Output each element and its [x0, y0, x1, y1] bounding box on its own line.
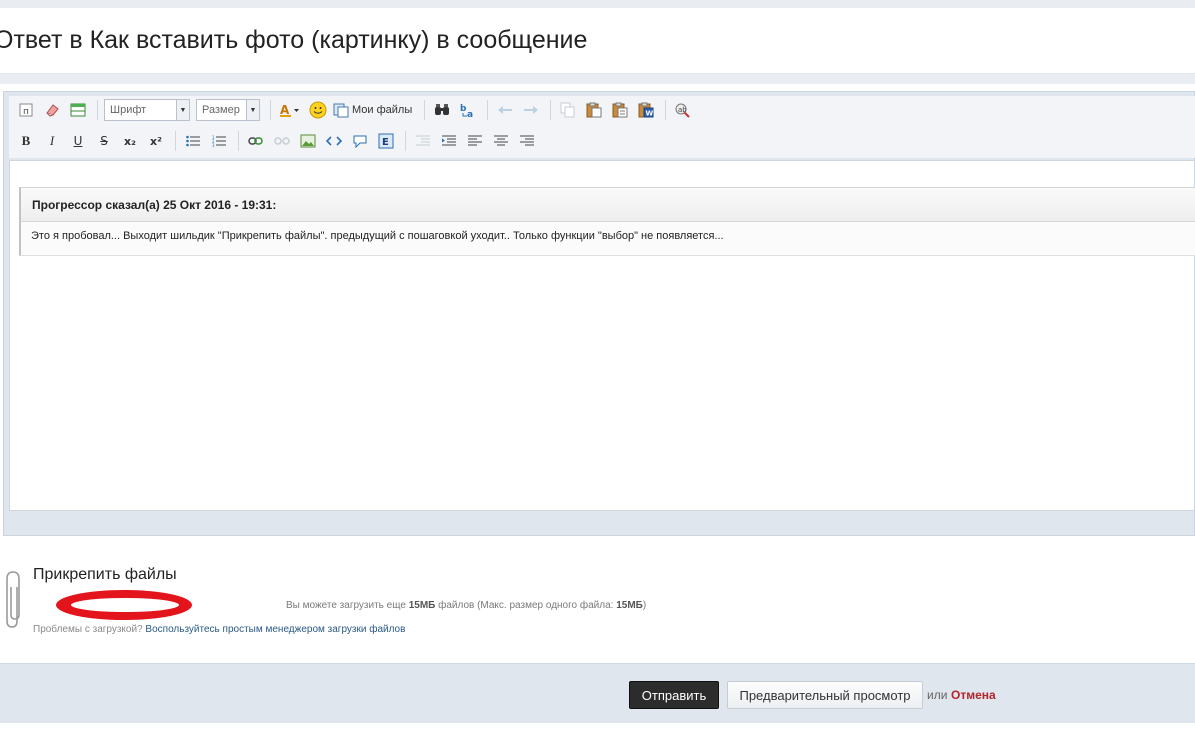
paperclip-icon [6, 571, 20, 628]
upload-info-middle: файлов (Макс. размер одного файла: [438, 600, 614, 611]
chevron-down-icon: ▼ [176, 100, 189, 120]
upload-info-suffix: ) [642, 600, 647, 611]
indent-icon[interactable] [438, 130, 460, 152]
toolbar-separator [550, 100, 552, 120]
upload-info-max: 15МБ [616, 600, 643, 611]
align-left-icon[interactable] [464, 130, 486, 152]
redo-icon[interactable] [520, 99, 542, 121]
simple-uploader-link[interactable]: Воспользуйтесь простым менеджером загруз… [145, 624, 405, 635]
svg-text:b: b [460, 104, 467, 114]
cancel-link[interactable]: Отмена [951, 688, 996, 702]
image-icon[interactable] [297, 130, 319, 152]
outdent-icon[interactable] [412, 130, 434, 152]
or-text: или [927, 688, 948, 702]
form-footer: Отправить Предварительный просмотр или О… [0, 663, 1195, 723]
upload-limit-info: Вы можете загрузить еще 15МБ файлов (Мак… [286, 600, 646, 611]
upload-problems: Проблемы с загрузкой? Воспользуйтесь про… [33, 624, 405, 635]
toolbar-row-2: B I U S x₂ x² 123 E [15, 129, 542, 153]
svg-text:A: A [280, 103, 290, 117]
svg-text:п: п [23, 107, 29, 117]
editor-toolbar: п Шрифт ▼ Размер ▼ A Мои файлы b a W ab … [9, 96, 1195, 158]
toolbar-separator [175, 131, 176, 151]
find-icon[interactable] [431, 99, 453, 121]
page-title: Ответ в Как вставить фото (картинку) в с… [0, 26, 588, 54]
link-icon[interactable] [245, 130, 267, 152]
svg-text:3: 3 [212, 143, 215, 147]
paste-icon[interactable] [583, 99, 605, 121]
quote-author: Прогрессор сказал(а) 25 Окт 2016 - 19:31… [19, 187, 1195, 222]
svg-text:a: a [467, 110, 473, 118]
spellcheck-icon[interactable]: ab [672, 99, 694, 121]
font-select-label: Шрифт [110, 104, 147, 116]
align-center-icon[interactable] [490, 130, 512, 152]
paste-text-icon[interactable] [609, 99, 631, 121]
italic-button[interactable]: I [41, 130, 63, 152]
quote-text: Это я пробовал... Выходит шильдик "Прикр… [19, 222, 1195, 256]
superscript-button[interactable]: x² [145, 130, 167, 152]
eraser-icon[interactable] [41, 99, 63, 121]
paste-word-icon[interactable]: W [635, 99, 657, 121]
toolbar-separator [270, 100, 271, 120]
code-icon[interactable] [323, 130, 345, 152]
size-select[interactable]: Размер ▼ [196, 99, 260, 121]
strikethrough-button[interactable]: S [93, 130, 115, 152]
svg-text:W: W [646, 110, 654, 118]
replace-icon[interactable]: ba [457, 99, 479, 121]
svg-text:ab: ab [678, 106, 687, 114]
toolbar-separator [487, 100, 489, 120]
editor-frame: п Шрифт ▼ Размер ▼ A Мои файлы b a W ab … [3, 91, 1195, 536]
quote-icon[interactable] [349, 130, 371, 152]
chevron-down-icon: ▼ [246, 100, 259, 120]
toolbar-row-1: п Шрифт ▼ Размер ▼ A Мои файлы b a W ab [15, 98, 698, 122]
title-bar: Ответ в Как вставить фото (картинку) в с… [0, 8, 1195, 74]
attach-files-title: Прикрепить файлы [33, 566, 177, 583]
numbered-list-icon[interactable]: 123 [208, 130, 230, 152]
copy-icon[interactable] [557, 99, 579, 121]
table-icon[interactable] [67, 99, 89, 121]
toolbar-separator [424, 100, 426, 120]
bold-button[interactable]: B [15, 130, 37, 152]
spoiler-icon[interactable]: E [375, 130, 397, 152]
smiley-icon[interactable] [307, 99, 329, 121]
upload-info-prefix: Вы можете загрузить еще [286, 600, 406, 611]
gap-strip [0, 74, 1195, 84]
font-select[interactable]: Шрифт ▼ [104, 99, 190, 121]
my-files-icon [333, 103, 349, 118]
toolbar-separator [238, 131, 239, 151]
subscript-button[interactable]: x₂ [119, 130, 141, 152]
svg-text:E: E [382, 137, 389, 148]
toolbar-separator [405, 131, 406, 151]
unlink-icon[interactable] [271, 130, 293, 152]
toolbar-separator [97, 100, 98, 120]
bulleted-list-icon[interactable] [182, 130, 204, 152]
top-strip [0, 0, 1195, 8]
toolbar-separator [665, 100, 667, 120]
send-button[interactable]: Отправить [629, 681, 719, 709]
preview-button[interactable]: Предварительный просмотр [727, 681, 923, 709]
source-icon[interactable]: п [15, 99, 37, 121]
size-select-label: Размер [202, 104, 240, 116]
upload-info-amount: 15МБ [408, 600, 436, 611]
undo-icon[interactable] [494, 99, 516, 121]
align-right-icon[interactable] [516, 130, 538, 152]
my-files-label: Мои файлы [352, 104, 413, 116]
upload-problems-text: Проблемы с загрузкой? [33, 624, 143, 635]
red-annotation-mark [56, 590, 192, 620]
message-editor[interactable]: Прогрессор сказал(а) 25 Окт 2016 - 19:31… [9, 160, 1195, 511]
my-files-button[interactable]: Мои файлы [333, 102, 412, 118]
underline-button[interactable]: U [67, 130, 89, 152]
font-color-icon[interactable]: A [277, 99, 303, 121]
